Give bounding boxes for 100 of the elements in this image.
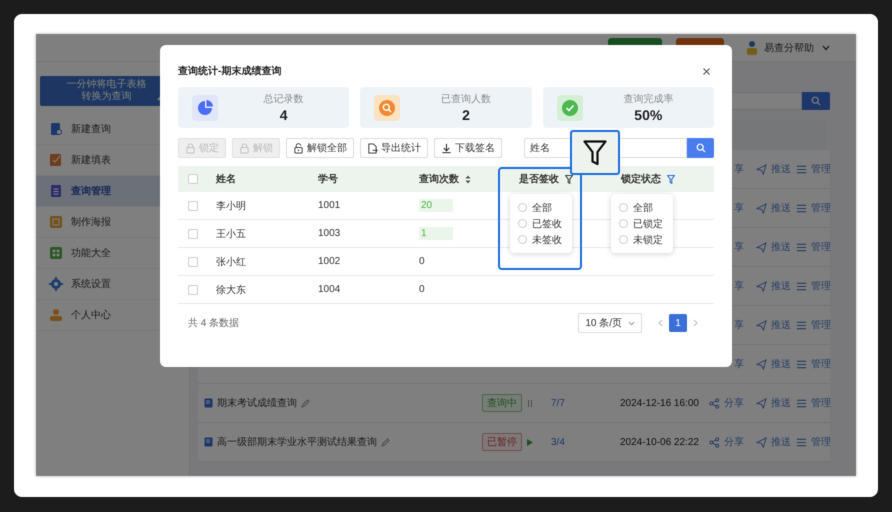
manage-icon bbox=[796, 436, 807, 448]
manage-icon bbox=[796, 358, 807, 370]
filter-option[interactable]: 已锁定 bbox=[619, 217, 663, 230]
filter-option[interactable]: 全部 bbox=[619, 201, 663, 214]
manage-icon bbox=[796, 242, 807, 252]
play-icon[interactable] bbox=[527, 438, 533, 446]
total-count: 共 4 条数据 bbox=[188, 316, 240, 330]
menu-item-icon bbox=[49, 246, 63, 260]
document-icon bbox=[204, 437, 213, 447]
unlock-all-button[interactable]: 解锁全部 bbox=[286, 138, 354, 158]
pencil-icon[interactable] bbox=[381, 438, 390, 446]
push-link[interactable]: 推送 bbox=[744, 162, 796, 176]
query-title[interactable]: 高一级部期末学业水平测试结果查询 bbox=[217, 435, 377, 449]
push-link[interactable]: 推送 bbox=[744, 201, 796, 215]
manage-link[interactable]: 管理 bbox=[796, 240, 831, 254]
push-link[interactable]: 推送 bbox=[744, 318, 796, 332]
filter-icon[interactable] bbox=[667, 174, 675, 184]
radio-button[interactable] bbox=[518, 219, 527, 228]
select-all-checkbox[interactable] bbox=[188, 174, 198, 184]
pencil-icon[interactable] bbox=[301, 398, 310, 408]
date-text: 2024-12-16 16:00 bbox=[620, 398, 700, 408]
chevron-left-icon bbox=[658, 319, 663, 327]
stat-label: 总记录数 bbox=[264, 92, 304, 106]
column-header: 是否签收 bbox=[519, 172, 559, 186]
push-link[interactable]: 推送 bbox=[744, 240, 796, 254]
count-tag: 20 bbox=[419, 199, 453, 212]
sort-icon[interactable] bbox=[465, 174, 471, 184]
manage-link[interactable]: 管理 bbox=[796, 396, 831, 410]
manage-link[interactable]: 管理 bbox=[796, 318, 831, 332]
unlock-icon bbox=[293, 142, 304, 154]
push-link[interactable]: 推送 bbox=[744, 435, 796, 449]
menu-item-icon bbox=[49, 122, 63, 136]
close-button[interactable] bbox=[701, 66, 712, 76]
download-icon bbox=[441, 142, 452, 154]
filter-icon bbox=[583, 140, 607, 166]
search-button[interactable] bbox=[802, 92, 830, 110]
row-checkbox[interactable] bbox=[188, 256, 198, 266]
stat-value: 50% bbox=[634, 107, 662, 123]
filter-option[interactable]: 未锁定 bbox=[619, 233, 663, 246]
filter-option[interactable]: 全部 bbox=[518, 201, 562, 214]
manage-link[interactable]: 管理 bbox=[796, 357, 831, 371]
column-header: 学号 bbox=[318, 172, 338, 186]
progress-count[interactable]: 3/4 bbox=[551, 436, 620, 448]
table-cell: 0 bbox=[419, 256, 425, 267]
push-icon bbox=[756, 164, 767, 174]
export-button[interactable]: 导出统计 bbox=[360, 138, 428, 158]
pause-icon[interactable] bbox=[527, 400, 533, 406]
push-icon bbox=[756, 242, 767, 252]
share-link[interactable]: 分享 bbox=[712, 396, 744, 410]
page-button[interactable]: 1 bbox=[669, 314, 687, 332]
manage-link[interactable]: 管理 bbox=[796, 435, 831, 449]
push-link[interactable]: 推送 bbox=[744, 279, 796, 293]
radio-button[interactable] bbox=[619, 203, 628, 212]
filter-option[interactable]: 未签收 bbox=[518, 233, 562, 246]
query-title[interactable]: 期末考试成绩查询 bbox=[217, 396, 297, 410]
row-checkbox[interactable] bbox=[188, 228, 198, 238]
radio-button[interactable] bbox=[518, 235, 527, 244]
menu-item-icon bbox=[49, 277, 63, 291]
status-tag: 已暂停 bbox=[482, 433, 522, 451]
radio-button[interactable] bbox=[518, 203, 527, 212]
stat-label: 查询完成率 bbox=[623, 92, 674, 106]
radio-button[interactable] bbox=[619, 219, 628, 228]
push-icon bbox=[756, 436, 767, 448]
table-cell-text: 1003 bbox=[317, 228, 342, 239]
chevron-down-icon bbox=[628, 320, 635, 326]
manage-link[interactable]: 管理 bbox=[796, 279, 831, 293]
avatar-icon bbox=[746, 40, 758, 56]
filter-icon[interactable] bbox=[565, 174, 573, 184]
search-icon bbox=[811, 96, 821, 106]
manage-link[interactable]: 管理 bbox=[796, 162, 831, 176]
help-menu[interactable]: 易查分帮助 bbox=[764, 40, 814, 54]
count-tag: 1 bbox=[419, 227, 453, 240]
banner-text: 转换为查询 bbox=[82, 91, 132, 103]
menu-item-icon bbox=[49, 308, 63, 322]
push-icon bbox=[756, 320, 767, 330]
push-icon bbox=[756, 398, 767, 408]
table-cell-text: 1004 bbox=[317, 284, 342, 295]
filter-option[interactable]: 已签收 bbox=[518, 217, 562, 230]
search-icon bbox=[696, 143, 706, 153]
row-checkbox[interactable] bbox=[188, 200, 198, 210]
manage-link[interactable]: 管理 bbox=[796, 201, 831, 215]
radio-button[interactable] bbox=[619, 235, 628, 244]
menu-item-icon bbox=[49, 153, 63, 167]
push-link[interactable]: 推送 bbox=[744, 396, 796, 410]
stat-value: 4 bbox=[280, 107, 288, 123]
search-button[interactable] bbox=[687, 138, 714, 158]
table-cell: 0 bbox=[419, 284, 425, 295]
table-cell-text: 王小五 bbox=[215, 228, 247, 240]
share-icon bbox=[709, 398, 720, 408]
page-size-select[interactable]: 10 条/页 bbox=[578, 313, 642, 333]
manage-icon bbox=[796, 280, 807, 292]
progress-count[interactable]: 7/7 bbox=[551, 398, 620, 408]
chevron-down-icon[interactable] bbox=[822, 44, 830, 50]
share-link[interactable]: 分享 bbox=[712, 435, 744, 449]
menu-item-icon bbox=[49, 184, 63, 198]
pie-chart-icon bbox=[192, 94, 218, 120]
table-cell-text: 1001 bbox=[317, 200, 342, 211]
push-link[interactable]: 推送 bbox=[744, 357, 796, 371]
row-checkbox[interactable] bbox=[188, 284, 198, 294]
download-button[interactable]: 下载签名 bbox=[434, 138, 502, 158]
